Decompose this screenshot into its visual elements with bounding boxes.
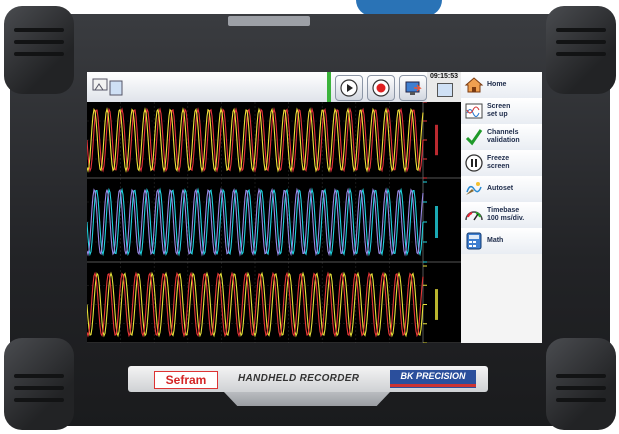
menu-empty-area bbox=[461, 254, 542, 343]
clock-panel: 09:15:53 bbox=[427, 72, 461, 102]
menu-item-label: Screen set up bbox=[487, 103, 511, 118]
menu-item-home[interactable]: Home bbox=[461, 72, 542, 99]
export-button[interactable] bbox=[399, 75, 427, 101]
record-button[interactable] bbox=[367, 75, 395, 101]
plot-background bbox=[87, 102, 461, 343]
pause-icon bbox=[465, 154, 483, 172]
autoset-icon bbox=[466, 182, 482, 195]
menu-item-label: Channels validation bbox=[487, 129, 520, 144]
channel-scale-marker bbox=[435, 289, 438, 320]
top-toolbar: 09:15:53 bbox=[87, 72, 461, 102]
logo-stripe bbox=[390, 384, 476, 387]
side-menu: Home Screen set up Channels validation F… bbox=[461, 72, 542, 343]
menu-item-math[interactable]: Math bbox=[461, 228, 542, 255]
record-icon bbox=[372, 79, 390, 97]
monitor-icon bbox=[437, 83, 453, 97]
menu-item-freeze-screen[interactable]: Freeze screen bbox=[461, 150, 542, 177]
folder-icon[interactable] bbox=[91, 76, 127, 98]
menu-item-label: Freeze screen bbox=[487, 155, 510, 170]
channel-scale-marker bbox=[435, 206, 438, 238]
menu-item-autoset[interactable]: Autoset bbox=[461, 176, 542, 203]
corner-bumper-bottom-left bbox=[4, 338, 74, 430]
menu-item-label: Autoset bbox=[487, 185, 514, 192]
waveform-display bbox=[87, 102, 461, 343]
menu-item-timebase[interactable]: Timebase 100 ms/div. bbox=[461, 202, 542, 229]
menu-item-label: Timebase 100 ms/div. bbox=[487, 207, 525, 222]
timebase-gauge-icon bbox=[465, 211, 483, 221]
corner-bumper-bottom-right bbox=[546, 338, 616, 430]
play-icon bbox=[340, 79, 358, 97]
export-icon bbox=[405, 81, 422, 95]
menu-item-label: Math bbox=[487, 237, 504, 244]
calculator-icon bbox=[466, 232, 482, 250]
corner-bumper-top-left bbox=[4, 6, 74, 94]
channel-scale-marker bbox=[435, 124, 438, 156]
sefram-logo: Sefram bbox=[154, 371, 218, 389]
device-title: HANDHELD RECORDER bbox=[238, 373, 360, 384]
menu-item-label: Home bbox=[487, 81, 507, 88]
checkmark-icon bbox=[465, 129, 483, 146]
menu-item-channels-validation[interactable]: Channels validation bbox=[461, 124, 542, 151]
touch-screen: 09:15:53 Home Screen set up Channels val… bbox=[87, 72, 542, 343]
screen-setup-icon bbox=[465, 103, 483, 119]
clock-time: 09:15:53 bbox=[429, 73, 459, 80]
corner-bumper-top-right bbox=[546, 6, 616, 94]
plate-lower-bevel bbox=[224, 392, 390, 406]
bk-precision-logo: BK PRECISION bbox=[390, 370, 476, 388]
bk-precision-logo-text: BK PRECISION bbox=[400, 371, 466, 381]
toolbar-divider bbox=[327, 72, 331, 102]
play-button[interactable] bbox=[335, 75, 363, 101]
home-icon bbox=[464, 77, 484, 93]
label-plate: Sefram HANDHELD RECORDER BK PRECISION bbox=[128, 366, 488, 392]
top-connector-port bbox=[228, 16, 310, 26]
menu-item-screen-setup[interactable]: Screen set up bbox=[461, 98, 542, 125]
